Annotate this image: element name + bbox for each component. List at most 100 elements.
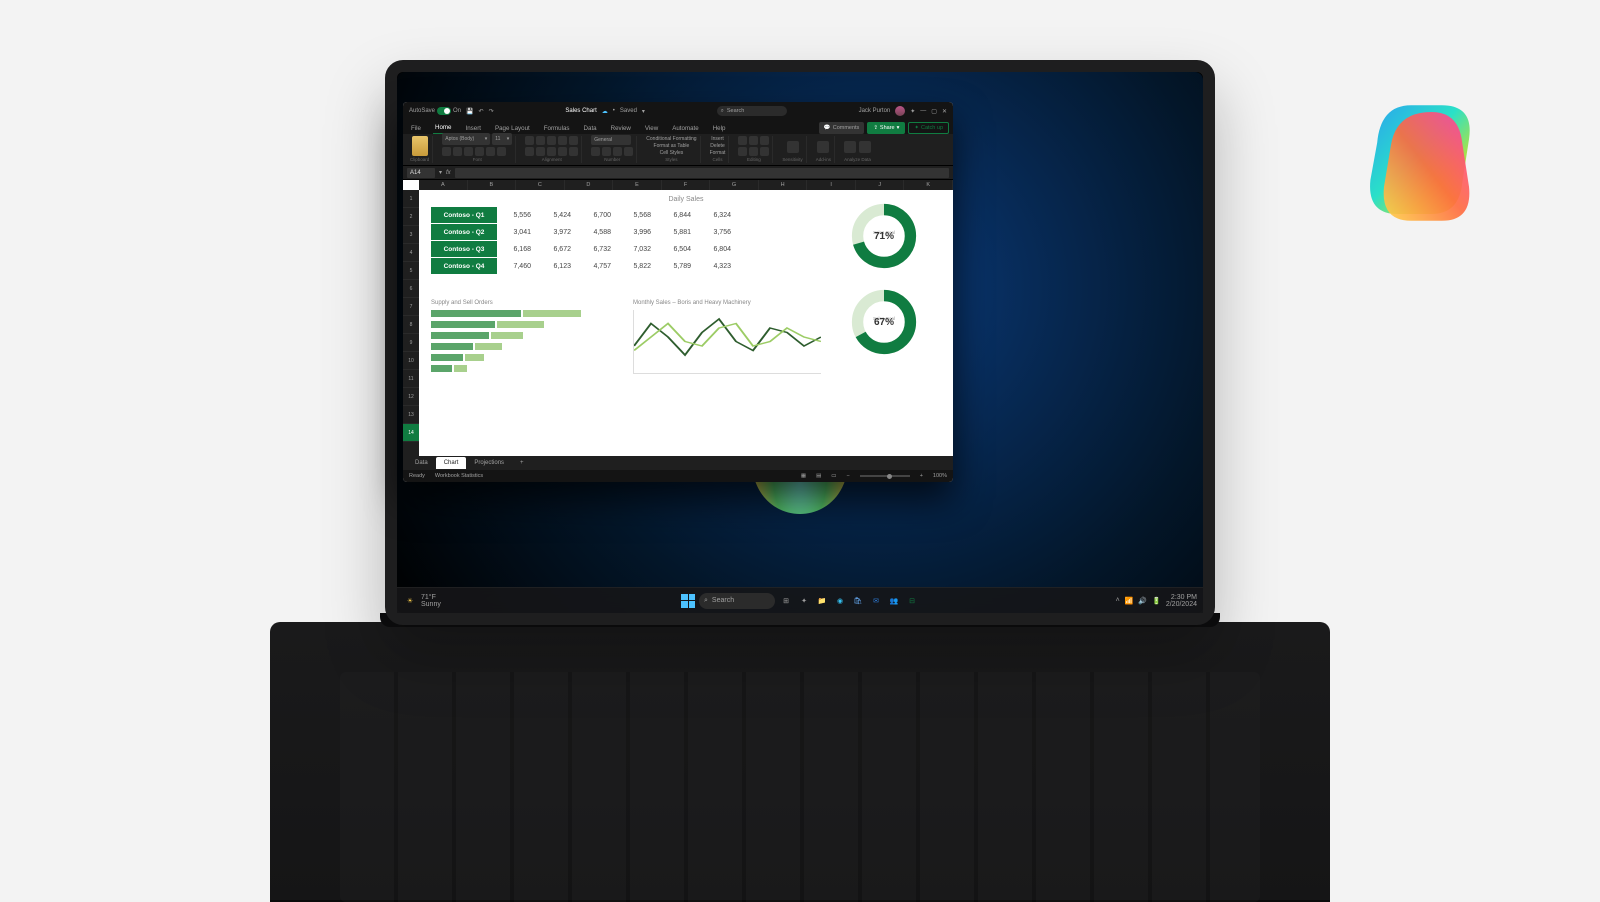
wifi-icon[interactable]: 📶 (1125, 597, 1134, 605)
title-search[interactable]: ⌕ Search (717, 106, 787, 116)
search-icon: ⌕ (704, 597, 708, 605)
ribbon-sensitivity: Sensitivity (779, 136, 806, 163)
copilot-taskbar-icon[interactable]: ✦ (797, 594, 811, 608)
zoom-in-icon[interactable]: + (920, 473, 923, 479)
sheet-tabs: Data Chart Projections + (403, 456, 953, 470)
tab-data[interactable]: Data (582, 125, 599, 134)
fontcolor-icon[interactable] (497, 147, 506, 156)
worksheet[interactable]: ABC DEF GHI JK 1234567 8910111213 14 Dai… (403, 180, 953, 456)
cloud-icon: ☁ (602, 108, 608, 115)
insert-cells-button[interactable]: Insert (711, 136, 724, 142)
share-button[interactable]: ⇪Share▾ (867, 122, 905, 134)
close-button[interactable]: ✕ (942, 108, 947, 115)
autosave-toggle[interactable]: AutoSave On (409, 107, 461, 115)
tab-formulas[interactable]: Formulas (542, 125, 572, 134)
sheet-tab-projections[interactable]: Projections (466, 457, 512, 469)
task-view-icon[interactable]: ⊞ (779, 594, 793, 608)
donut-chart-2: Sales Goal 67% (850, 288, 918, 356)
status-bar: Ready Workbook Statistics ▦ ▤ ▭ − + 100% (403, 470, 953, 482)
line-panel: Monthly Sales – Boris and Heavy Machiner… (633, 300, 821, 374)
sensitivity-icon[interactable] (787, 141, 799, 153)
donut-2-pct: 67% (850, 288, 918, 356)
format-cells-button[interactable]: Format (710, 150, 726, 156)
border-icon[interactable] (475, 147, 484, 156)
copilot-ribbon-icon[interactable] (859, 141, 871, 153)
minimize-button[interactable]: — (920, 108, 926, 114)
ribbon-alignment: Alignment (522, 136, 582, 163)
formula-input[interactable] (455, 168, 949, 178)
fill-icon[interactable] (486, 147, 495, 156)
battery-icon[interactable]: 🔋 (1152, 597, 1161, 605)
outlook-icon[interactable]: ✉ (869, 594, 883, 608)
bold-icon[interactable] (442, 147, 451, 156)
start-button[interactable] (681, 594, 695, 608)
laptop-screen: AutoSave On 💾 ↶ ↷ Sales Chart ☁ • Saved … (385, 60, 1215, 625)
name-box[interactable]: A14 (407, 168, 435, 178)
number-format-combo[interactable]: General (591, 135, 631, 145)
ribbon-ai: Analyze Data (841, 136, 874, 163)
tab-automate[interactable]: Automate (670, 125, 700, 134)
italic-icon[interactable] (453, 147, 462, 156)
row-headers[interactable]: 1234567 8910111213 14 (403, 190, 419, 456)
zoom-pct[interactable]: 100% (933, 473, 947, 479)
comments-button[interactable]: 💬Comments (819, 122, 864, 134)
format-table-button[interactable]: Format as Table (654, 143, 690, 149)
zoom-out-icon[interactable]: − (846, 473, 849, 479)
tab-help[interactable]: Help (711, 125, 728, 134)
bars-panel: Supply and Sell Orders (431, 300, 619, 374)
line-chart (633, 310, 821, 374)
font-size-combo[interactable]: 11▾ (492, 133, 512, 145)
tab-review[interactable]: Review (609, 125, 633, 134)
restore-button[interactable]: ▢ (931, 108, 937, 115)
tab-view[interactable]: View (643, 125, 660, 134)
taskbar-search[interactable]: ⌕Search (699, 593, 775, 609)
catchup-button[interactable]: ✦Catch up (908, 122, 949, 134)
autosave-state: On (453, 108, 461, 114)
clock[interactable]: 2:30 PM 2/20/2024 (1166, 594, 1197, 608)
store-icon[interactable]: 🛍 (851, 594, 865, 608)
sheet-tab-add[interactable]: + (512, 457, 532, 469)
ribbon-addins: Add-ins (813, 136, 835, 163)
view-pagelayout-icon[interactable]: ▤ (816, 473, 821, 479)
redo-icon[interactable]: ↷ (489, 108, 494, 115)
column-headers[interactable]: ABC DEF GHI JK (419, 180, 953, 190)
zoom-slider[interactable] (860, 475, 910, 477)
user-name: Jack Purton (859, 108, 891, 114)
toggle-icon (437, 107, 451, 115)
underline-icon[interactable] (464, 147, 473, 156)
sheet-canvas[interactable]: Daily Sales Contoso - Q15,5565,4246,7005… (419, 190, 953, 456)
analyze-icon[interactable] (844, 141, 856, 153)
explorer-icon[interactable]: 📁 (815, 594, 829, 608)
fx-icon[interactable]: fx (446, 170, 451, 176)
teams-icon[interactable]: 👥 (887, 594, 901, 608)
sheet-tab-data[interactable]: Data (407, 457, 436, 469)
avatar-icon[interactable] (895, 106, 905, 116)
save-icon[interactable]: 💾 (466, 108, 473, 115)
excel-taskbar-icon[interactable]: ⊟ (905, 594, 919, 608)
ribbon-editing: Editing (735, 136, 773, 163)
weather-desc: Sunny (421, 601, 441, 608)
chevron-down-icon[interactable]: ▾ (642, 108, 645, 115)
paste-icon[interactable] (412, 136, 428, 156)
view-pagebreak-icon[interactable]: ▭ (831, 473, 836, 479)
ribbon: Clipboard Aptos (Body)▾ 11▾ (403, 134, 953, 166)
sheet-tab-chart[interactable]: Chart (436, 457, 467, 469)
chevron-up-icon[interactable]: ˄ (1116, 597, 1120, 604)
weather-icon[interactable]: ☀ (403, 594, 417, 608)
edge-icon[interactable]: ◉ (833, 594, 847, 608)
cell-styles-button[interactable]: Cell Styles (660, 150, 684, 156)
cond-format-button[interactable]: Conditional Formatting (646, 136, 696, 142)
status-stats[interactable]: Workbook Statistics (435, 473, 483, 479)
undo-icon[interactable]: ↶ (479, 108, 484, 115)
ribbon-styles: Conditional Formatting Format as Table C… (643, 136, 700, 163)
view-normal-icon[interactable]: ▦ (801, 473, 806, 479)
autosave-label: AutoSave (409, 108, 435, 114)
delete-cells-button[interactable]: Delete (710, 143, 724, 149)
copilot-icon[interactable]: ✦ (910, 108, 915, 115)
volume-icon[interactable]: 🔊 (1138, 597, 1147, 605)
font-name-combo[interactable]: Aptos (Body)▾ (442, 133, 490, 145)
addins-icon[interactable] (817, 141, 829, 153)
excel-window: AutoSave On 💾 ↶ ↷ Sales Chart ☁ • Saved … (403, 102, 953, 482)
formula-bar: A14 ▾ fx (403, 166, 953, 180)
tab-file[interactable]: File (409, 125, 423, 134)
